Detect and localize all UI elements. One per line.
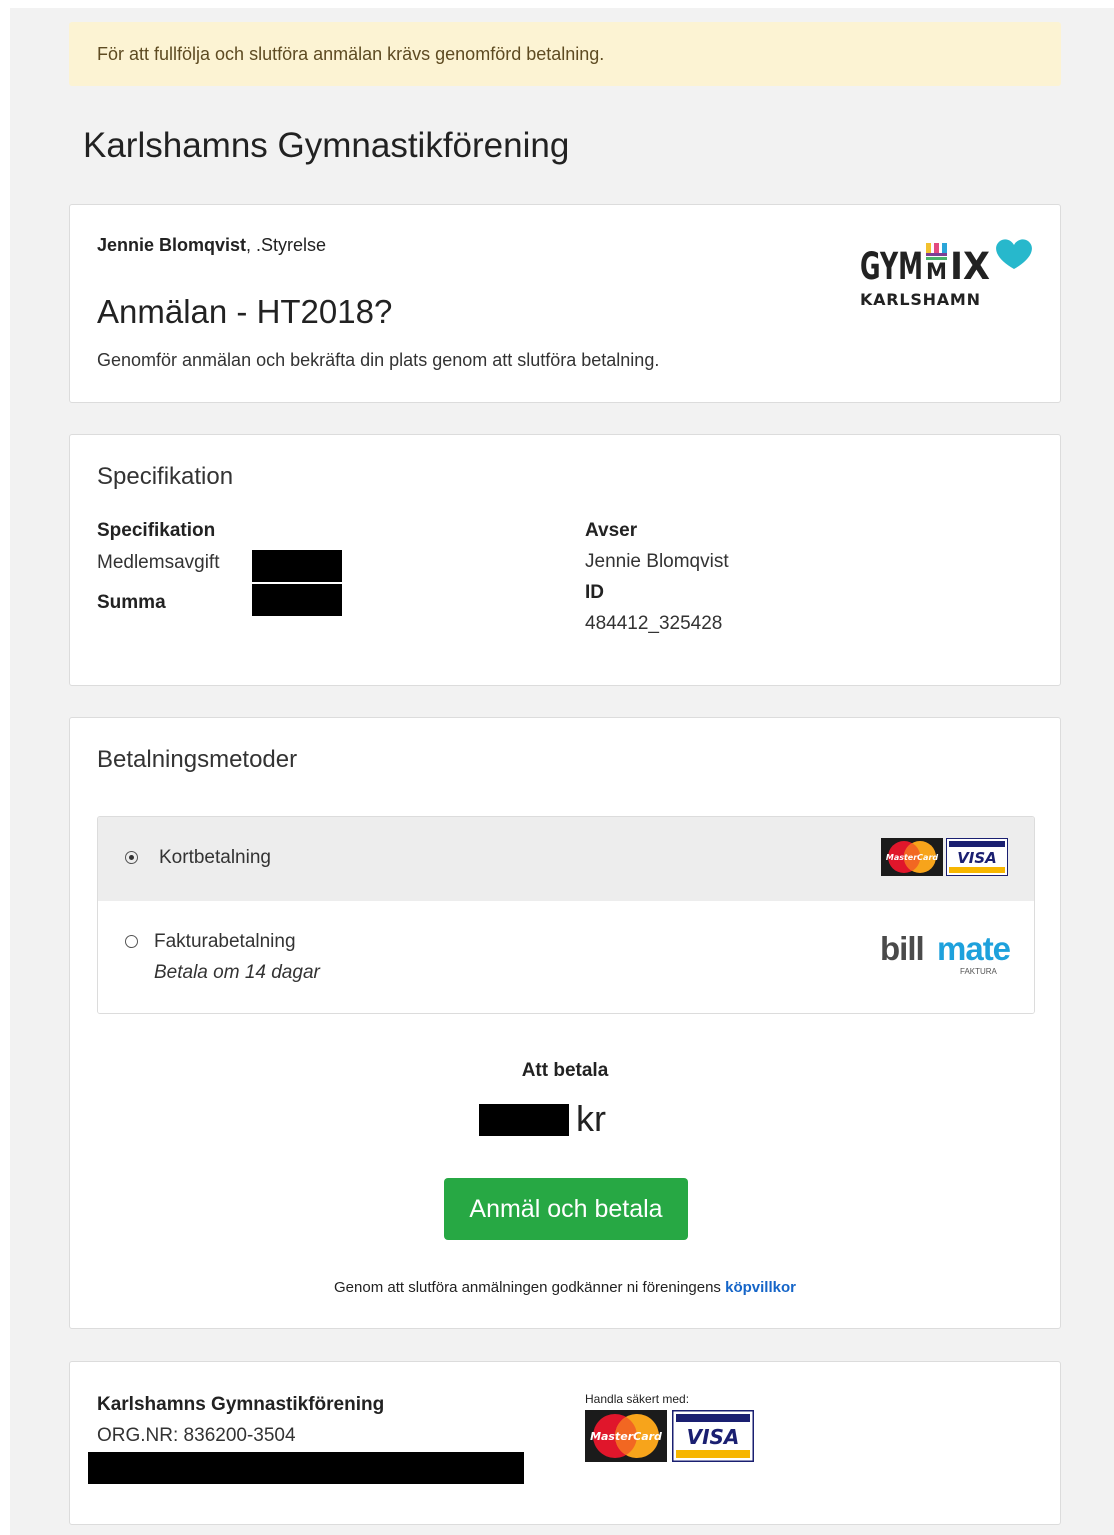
redacted-footer-info — [88, 1452, 524, 1484]
id-value: 484412_325428 — [585, 613, 723, 634]
svg-text:MasterCard: MasterCard — [590, 1430, 662, 1443]
footer-org-name: Karlshamns Gymnastikförening — [97, 1394, 385, 1415]
event-description: Genomför anmälan och bekräfta din plats … — [97, 350, 660, 370]
avser-value: Jennie Blomqvist — [585, 551, 729, 572]
sender-name: Jennie Blomqvist — [97, 235, 247, 255]
heart-icon — [996, 239, 1032, 269]
svg-text:VISA: VISA — [687, 1425, 740, 1449]
svg-text:VISA: VISA — [957, 849, 997, 867]
spec-column-heading: Specifikation — [97, 520, 216, 541]
page-title: Karlshamns Gymnastikförening — [83, 126, 570, 165]
redacted-total-amount — [479, 1104, 569, 1136]
sender-line: Jennie Blomqvist, .Styrelse — [97, 235, 326, 256]
terms-notice: Genom att slutföra anmälningen godkänner… — [70, 1279, 1060, 1296]
logo-text-gym: GYM — [860, 245, 923, 288]
mastercard-icon: MasterCard — [881, 838, 943, 876]
radio-card-payment[interactable] — [125, 851, 138, 864]
svg-text:M: M — [926, 260, 947, 285]
radio-invoice-payment[interactable] — [125, 935, 138, 948]
register-and-pay-button[interactable]: Anmäl och betala — [444, 1178, 688, 1240]
gymmix-logo: GYM M IX KARLSHAMN — [856, 229, 1032, 309]
redacted-sum-amount — [252, 584, 342, 616]
logo-text-karlshamn: KARLSHAMN — [860, 290, 980, 309]
event-card: Jennie Blomqvist, .Styrelse Anmälan - HT… — [69, 204, 1061, 403]
footer-visa-icon: VISA — [672, 1410, 754, 1462]
logo-m-mark: M — [926, 243, 947, 285]
footer-mastercard-icon: MasterCard — [585, 1410, 667, 1462]
method-label-card: Kortbetalning — [159, 847, 271, 868]
spec-sum-label: Summa — [97, 592, 166, 613]
payment-card: Betalningsmetoder Kortbetalning MasterCa… — [69, 717, 1061, 1329]
method-sublabel-invoice: Betala om 14 dagar — [154, 962, 320, 983]
footer-org-number: ORG.NR: 836200-3504 — [97, 1425, 296, 1446]
payment-method-list: Kortbetalning MasterCard VISA Fakturabet… — [97, 816, 1035, 1014]
payment-method-card[interactable]: Kortbetalning MasterCard VISA — [98, 817, 1034, 901]
svg-text:MasterCard: MasterCard — [886, 853, 939, 862]
to-pay-label: Att betala — [521, 1060, 609, 1081]
method-label-invoice: Fakturabetalning — [154, 931, 296, 952]
avser-heading: Avser — [585, 520, 638, 541]
terms-text: Genom att slutföra anmälningen godkänner… — [334, 1279, 726, 1296]
spec-item-label: Medlemsavgift — [97, 552, 220, 573]
event-title: Anmälan - HT2018? — [97, 293, 393, 330]
page-background: För att fullfölja och slutföra anmälan k… — [10, 8, 1114, 1535]
visa-icon: VISA — [946, 838, 1008, 876]
terms-link[interactable]: köpvillkor — [725, 1279, 796, 1296]
payment-required-alert: För att fullfölja och slutföra anmälan k… — [69, 22, 1061, 86]
redacted-item-amount — [252, 550, 342, 582]
secure-payment-label: Handla säkert med: — [585, 1392, 690, 1406]
specification-card: Specifikation Specifikation Medlemsavgif… — [69, 434, 1061, 686]
amount-row: kr — [70, 1096, 1060, 1146]
currency-unit: kr — [576, 1098, 606, 1139]
footer-card: Karlshamns Gymnastikförening ORG.NR: 836… — [69, 1361, 1061, 1525]
billmate-logo: bill mate FAKTURA — [880, 930, 1011, 976]
logo-text-ix: IX — [950, 245, 990, 288]
payment-method-invoice[interactable]: Fakturabetalning Betala om 14 dagar bill… — [98, 901, 1034, 1013]
sender-role: , .Styrelse — [246, 235, 327, 255]
payment-methods-heading: Betalningsmetoder — [97, 746, 298, 773]
id-label: ID — [585, 582, 604, 603]
specification-heading: Specifikation — [97, 463, 234, 490]
